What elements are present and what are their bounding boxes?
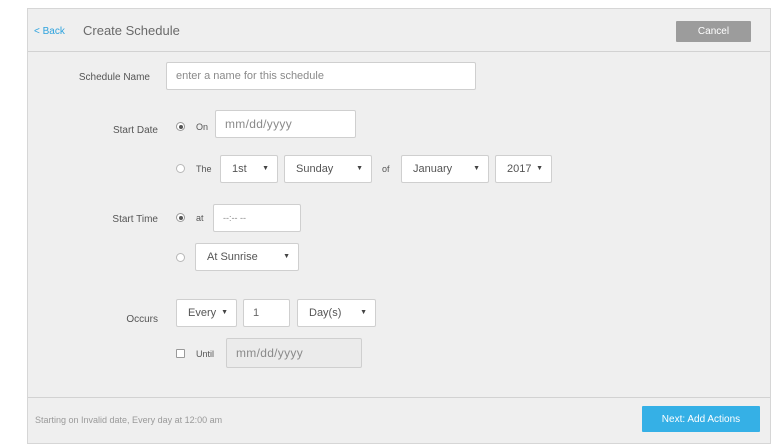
month-value: January	[413, 163, 453, 175]
chevron-down-icon: ▼	[473, 165, 480, 172]
unit-value: Day(s)	[309, 307, 342, 319]
start-time-at-radio[interactable]	[176, 213, 185, 222]
start-date-label: Start Date	[112, 125, 158, 136]
chevron-down-icon: ▼	[283, 253, 290, 260]
start-time-label: Start Time	[112, 214, 158, 225]
start-date-on-label: On	[196, 122, 209, 132]
unit-select[interactable]: Day(s) ▼	[297, 299, 376, 327]
month-select[interactable]: January ▼	[401, 155, 489, 183]
weekday-select[interactable]: Sunday ▼	[284, 155, 372, 183]
next-add-actions-button[interactable]: Next: Add Actions	[642, 406, 760, 432]
year-select[interactable]: 2017 ▼	[495, 155, 552, 183]
chevron-down-icon: ▼	[356, 165, 363, 172]
cancel-button[interactable]: Cancel	[676, 21, 751, 42]
header-bar: < Back Create Schedule Cancel	[28, 9, 770, 52]
chevron-down-icon: ▼	[536, 165, 543, 172]
start-time-input[interactable]	[213, 204, 301, 232]
start-date-on-radio[interactable]	[176, 122, 185, 131]
ordinal-select[interactable]: 1st ▼	[220, 155, 278, 183]
start-date-the-label: The	[196, 164, 212, 174]
start-date-the-radio[interactable]	[176, 164, 185, 173]
create-schedule-panel: < Back Create Schedule Cancel Schedule N…	[27, 8, 771, 444]
frequency-select[interactable]: Every ▼	[176, 299, 237, 327]
page-title: Create Schedule	[83, 23, 180, 38]
schedule-name-label: Schedule Name	[78, 72, 150, 83]
footer-bar: Starting on Invalid date, Every day at 1…	[28, 397, 770, 443]
year-value: 2017	[507, 163, 532, 175]
start-time-at-label: at	[196, 213, 204, 223]
chevron-down-icon: ▼	[360, 309, 367, 316]
schedule-name-input[interactable]	[166, 62, 476, 90]
occurs-label: Occurs	[126, 314, 158, 325]
back-link[interactable]: < Back	[34, 26, 65, 37]
chevron-down-icon: ▼	[262, 165, 269, 172]
until-label: Until	[196, 349, 215, 359]
sunrise-select[interactable]: At Sunrise ▼	[195, 243, 299, 271]
start-date-input[interactable]	[215, 110, 356, 138]
frequency-value: Every	[188, 307, 217, 319]
sunrise-value: At Sunrise	[207, 251, 258, 263]
ordinal-value: 1st	[232, 163, 247, 175]
schedule-summary: Starting on Invalid date, Every day at 1…	[35, 415, 223, 425]
until-date-input[interactable]	[226, 338, 362, 368]
interval-input[interactable]	[243, 299, 290, 327]
weekday-value: Sunday	[296, 163, 334, 175]
until-checkbox[interactable]	[176, 349, 185, 358]
chevron-down-icon: ▼	[221, 309, 228, 316]
start-time-sunrise-radio[interactable]	[176, 253, 185, 262]
of-label: of	[382, 164, 390, 174]
